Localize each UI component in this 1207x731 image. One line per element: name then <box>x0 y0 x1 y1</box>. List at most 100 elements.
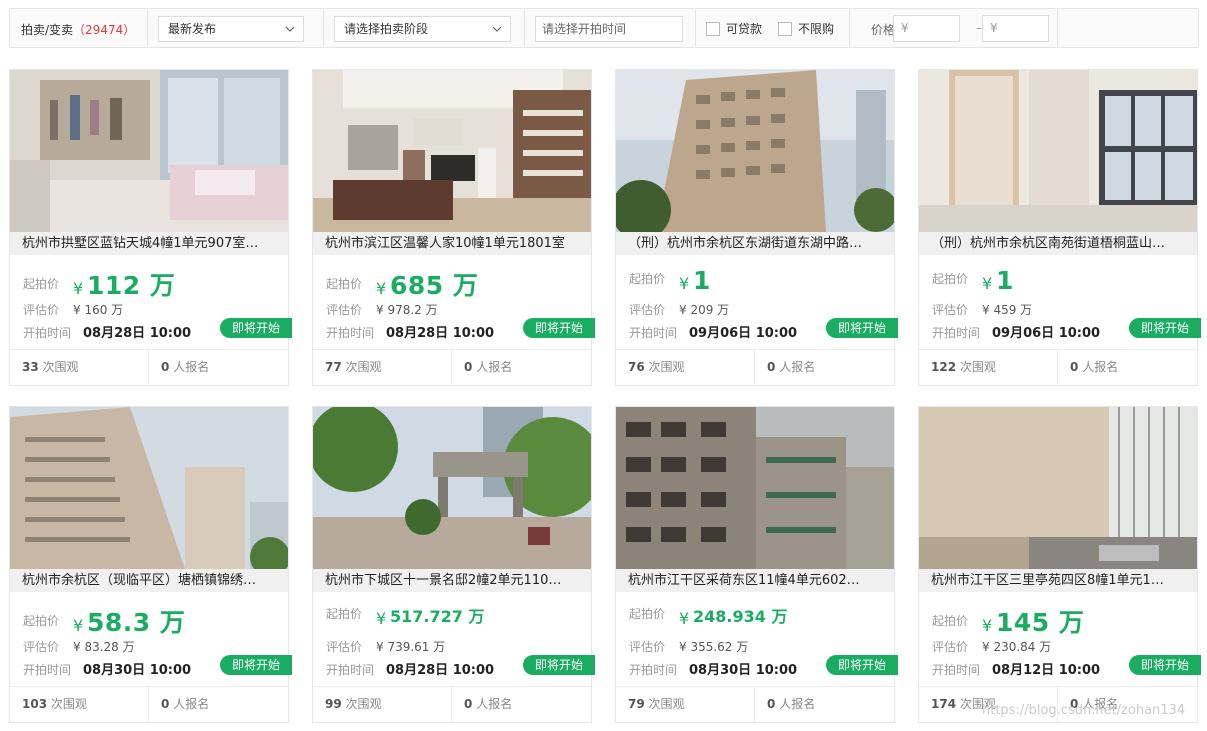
eval-price-row: 评估价 ¥ 739.61 万 <box>326 638 445 655</box>
price-max-input[interactable]: ¥ <box>982 15 1049 42</box>
start-time-label: 开拍时间 <box>629 663 678 677</box>
listing-card[interactable]: （刑）杭州市余杭区南苑街道梧桐蓝山… 起拍价 ¥ 1 评估价 ¥ 459 万 开拍时… <box>918 69 1201 386</box>
price-min-input[interactable]: ¥ <box>893 15 960 42</box>
eval-price-row: 评估价 ¥ 160 万 <box>23 301 123 318</box>
listing-card[interactable]: 杭州市滨江区温馨人家10幢1单元1801室 起拍价 ¥ 685 万 评估价 ¥ 97… <box>312 69 595 386</box>
listing-card[interactable]: 杭州市江干区三里亭苑四区8幢1单元1… 起拍价 ¥ 145 万 评估价 ¥ 230.… <box>918 406 1201 723</box>
start-price-unit: 万 <box>443 271 479 300</box>
start-time-label: 开拍时间 <box>23 663 72 677</box>
empty-room-photo-graphic <box>919 70 1197 232</box>
start-price-unit: 万 <box>462 607 485 626</box>
eval-price-label: 评估价 <box>326 303 363 317</box>
start-price-row: 起拍价 ¥ 1 <box>932 266 1014 296</box>
views-count: 77 次围观 <box>325 360 382 374</box>
start-price-label: 起拍价 <box>629 272 666 286</box>
eval-price-row: 评估价 ¥ 230.84 万 <box>932 638 1051 655</box>
listing-card[interactable]: 杭州市拱墅区蓝钻天城4幢1单元907室… 起拍价 ¥ 112 万 评估价 ¥ 160… <box>9 69 292 386</box>
start-price-row: 起拍价 ¥ 112 万 <box>23 266 175 300</box>
start-price-row: 起拍价 ¥ 145 万 <box>932 603 1084 637</box>
listing-card[interactable]: 杭州市下城区十一景名邸2幢2单元110… 起拍价 ¥ 517.727 万 评估价 ¥… <box>312 406 595 723</box>
compound-gate-photo[interactable] <box>313 407 591 569</box>
sort-cell: 最新发布 <box>148 9 324 47</box>
start-time-label: 开拍时间 <box>629 326 678 340</box>
sort-select[interactable]: 最新发布 <box>158 16 304 42</box>
start-price-unit: 万 <box>1049 608 1085 637</box>
start-price-value: 517.727 <box>390 607 463 626</box>
listing-card[interactable]: （刑）杭州市余杭区东湖街道东湖中路… 起拍价 ¥ 1 评估价 ¥ 209 万 开拍时… <box>615 69 898 386</box>
views-count: 76 次围观 <box>628 360 685 374</box>
time-cell: 请选择开拍时间 <box>525 9 696 47</box>
eval-price-value: ¥ 230.84 万 <box>982 640 1052 654</box>
loan-label: 可贷款 <box>726 22 763 36</box>
compound-gate-photo-graphic <box>313 407 591 569</box>
eval-price-row: 评估价 ¥ 355.62 万 <box>629 638 748 655</box>
stage-select[interactable]: 请选择拍卖阶段 <box>334 16 511 42</box>
yen-symbol: ¥ <box>376 609 387 628</box>
footer-divider <box>754 350 755 386</box>
start-time-row: 开拍时间 08月28日 10:00 <box>23 322 191 341</box>
start-time-label: 开拍时间 <box>326 663 375 677</box>
old-building-photo[interactable] <box>616 407 894 569</box>
start-price-value: 1 <box>693 266 711 295</box>
empty-room-photo[interactable] <box>919 70 1197 232</box>
signup-count: 0 人报名 <box>161 360 210 374</box>
listing-title[interactable]: 杭州市滨江区温馨人家10幢1单元1801室 <box>313 232 591 255</box>
eval-price-row: 评估价 ¥ 978.2 万 <box>326 301 438 318</box>
start-price-value: 145 <box>996 608 1050 637</box>
eval-price-label: 评估价 <box>326 640 363 654</box>
bedroom-photo[interactable] <box>10 70 288 232</box>
start-price-value: 685 <box>390 271 444 300</box>
start-time-value: 08月28日 10:00 <box>386 663 495 678</box>
kitchen-photo-graphic <box>919 407 1197 569</box>
start-price-row: 起拍价 ¥ 685 万 <box>326 266 478 300</box>
signup-count: 0 人报名 <box>1070 360 1119 374</box>
start-time-row: 开拍时间 09月06日 10:00 <box>932 322 1100 341</box>
listing-title[interactable]: 杭州市下城区十一景名邸2幢2单元110… <box>313 569 591 592</box>
chevron-down-icon <box>492 26 502 32</box>
footer-divider <box>148 687 149 723</box>
living-room-photo[interactable] <box>313 70 591 232</box>
result-count: （29474） <box>73 23 136 37</box>
highrise-photo[interactable] <box>10 407 288 569</box>
listing-title[interactable]: 杭州市江干区三里亭苑四区8幢1单元1… <box>919 569 1197 592</box>
start-price-label: 起拍价 <box>326 607 363 621</box>
listing-title[interactable]: 杭州市江干区采荷东区11幢4单元602… <box>616 569 894 592</box>
eval-price-label: 评估价 <box>23 640 60 654</box>
start-price-label: 起拍价 <box>23 277 60 291</box>
views-count: 79 次围观 <box>628 697 685 711</box>
sort-value: 最新发布 <box>168 22 217 36</box>
listing-card[interactable]: 杭州市余杭区（现临平区）塘栖镇锦绣… 起拍价 ¥ 58.3 万 评估价 ¥ 83.2… <box>9 406 292 723</box>
status-badge: 即将开始 <box>523 318 595 338</box>
loan-checkbox[interactable]: 可贷款 <box>706 20 762 37</box>
listing-footer: 76 次围观 0 人报名 <box>616 349 894 386</box>
start-price-row: 起拍价 ¥ 1 <box>629 266 711 296</box>
listing-title[interactable]: （刑）杭州市余杭区南苑街道梧桐蓝山… <box>919 232 1197 255</box>
listing-card[interactable]: 杭州市江干区采荷东区11幢4单元602… 起拍价 ¥ 248.934 万 评估价 ¥… <box>615 406 898 723</box>
listing-footer: 33 次围观 0 人报名 <box>10 349 288 386</box>
yen-symbol: ¥ <box>73 279 84 298</box>
listing-title[interactable]: 杭州市余杭区（现临平区）塘栖镇锦绣… <box>10 569 288 592</box>
category-label[interactable]: 拍卖/变卖（29474） <box>21 21 135 38</box>
start-time-input[interactable]: 请选择开拍时间 <box>535 16 683 42</box>
signup-count: 0 人报名 <box>464 360 513 374</box>
start-price-unit: 万 <box>765 607 788 626</box>
kitchen-photo[interactable] <box>919 407 1197 569</box>
status-badge: 即将开始 <box>220 655 292 675</box>
eval-price-row: 评估价 ¥ 209 万 <box>629 301 729 318</box>
start-time-label: 开拍时间 <box>326 326 375 340</box>
no-limit-checkbox[interactable]: 不限购 <box>778 20 834 37</box>
eval-price-label: 评估价 <box>23 303 60 317</box>
listing-footer: 103 次围观 0 人报名 <box>10 686 288 723</box>
start-price-label: 起拍价 <box>932 272 969 286</box>
eval-price-value: ¥ 209 万 <box>679 303 730 317</box>
eval-price-value: ¥ 160 万 <box>73 303 124 317</box>
footer-divider <box>148 350 149 386</box>
listing-title[interactable]: （刑）杭州市余杭区东湖街道东湖中路… <box>616 232 894 255</box>
stage-value: 请选择拍卖阶段 <box>344 22 429 36</box>
start-time-row: 开拍时间 08月12日 10:00 <box>932 659 1100 678</box>
start-time-value: 08月12日 10:00 <box>992 663 1101 678</box>
start-price-label: 起拍价 <box>326 277 363 291</box>
eval-price-row: 评估价 ¥ 459 万 <box>932 301 1032 318</box>
apartment-block-photo[interactable] <box>616 70 894 232</box>
listing-title[interactable]: 杭州市拱墅区蓝钻天城4幢1单元907室… <box>10 232 288 255</box>
